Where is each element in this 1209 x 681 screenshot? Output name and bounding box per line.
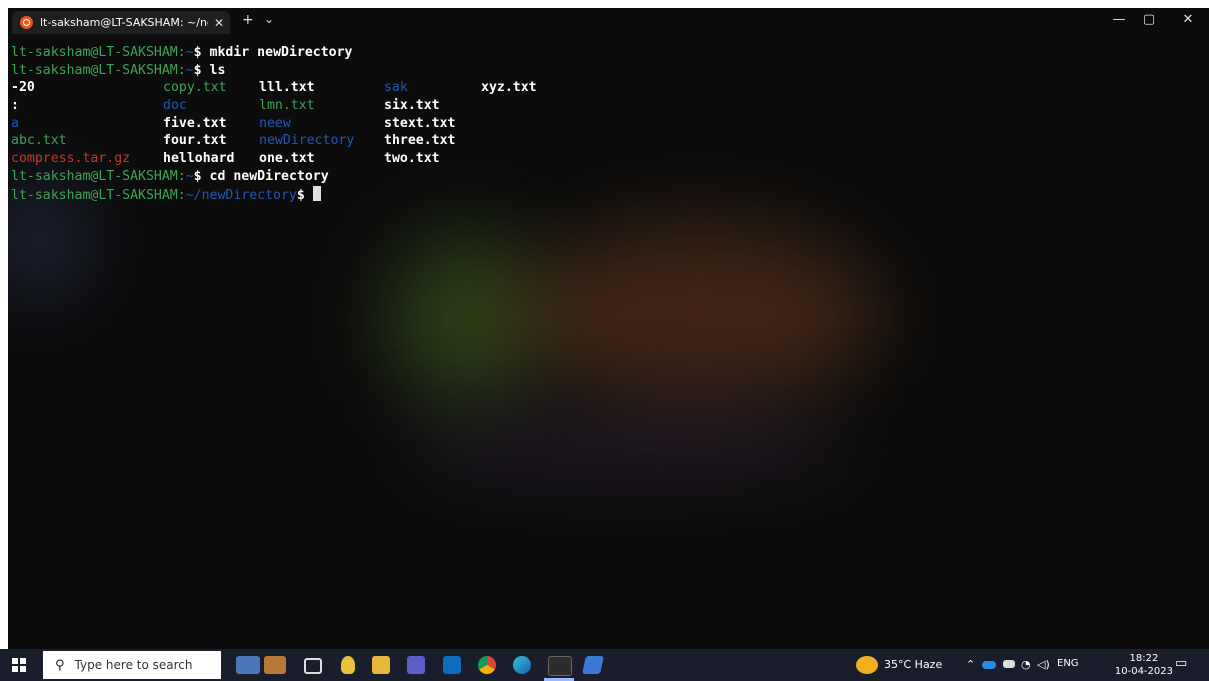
prompt-dollar: $	[193, 168, 202, 184]
prompt-user: lt-saksham@LT-SAKSHAM	[11, 62, 178, 78]
terminal-output: lt-saksham@LT-SAKSHAM:~$ mkdir newDirect…	[11, 44, 537, 204]
search-box[interactable]: ⚲ Type here to search	[43, 651, 221, 679]
file-explorer-icon[interactable]	[236, 656, 260, 674]
notification-icon[interactable]: ▭	[1175, 656, 1187, 671]
volume-icon[interactable]: ◁)	[1037, 658, 1050, 671]
prompt-colon: :	[177, 62, 186, 78]
wifi-icon[interactable]: ◔	[1021, 658, 1031, 671]
onedrive-icon[interactable]	[982, 661, 996, 669]
minimize-button[interactable]: —	[1104, 12, 1134, 27]
terminal-window: lt-saksham@LT-SAKSHAM: ~/newDirectory ✕ …	[8, 8, 1209, 649]
command-line: lt-saksham@LT-SAKSHAM:~$ cd newDirectory	[11, 168, 352, 186]
title-bar: lt-saksham@LT-SAKSHAM: ~/newDirectory ✕ …	[8, 8, 1209, 34]
weather-text[interactable]: 35°C Haze	[884, 658, 942, 671]
linux-tux-icon[interactable]	[341, 656, 355, 674]
prompt-colon: :	[177, 187, 186, 203]
clock-date: 10-04-2023	[1114, 666, 1173, 677]
ls-entry: xyz.txt	[481, 80, 537, 96]
prompt-path: ~	[185, 168, 194, 184]
ubuntu-icon	[20, 16, 33, 29]
ls-entry: neew	[259, 115, 291, 131]
task-view-icon[interactable]	[304, 658, 322, 674]
background-blur	[398, 414, 858, 474]
app-icon[interactable]	[582, 656, 604, 674]
active-prompt-line[interactable]: lt-saksham@LT-SAKSHAM:~/newDirectory$	[11, 185, 352, 204]
prompt-dollar: $	[296, 187, 305, 203]
dropdown-button[interactable]: ⌄	[264, 12, 274, 26]
prompt-path: ~	[185, 45, 194, 60]
clock[interactable]: 18:22 10-04-2023	[1115, 652, 1173, 678]
ls-entry: sak	[384, 80, 408, 96]
ls-entry: abc.txt	[11, 133, 67, 149]
ls-entry: a	[11, 115, 19, 131]
prompt-user: lt-saksham@LT-SAKSHAM	[11, 45, 178, 60]
command-text: mkdir newDirectory	[209, 45, 353, 60]
search-placeholder: Type here to search	[74, 658, 193, 672]
background-blur	[518, 224, 878, 404]
ls-entry: :	[11, 98, 19, 114]
terminal-body[interactable]: lt-saksham@LT-SAKSHAM:~$ mkdir newDirect…	[8, 34, 1209, 649]
teams-icon[interactable]	[407, 656, 425, 674]
weather-icon[interactable]	[856, 656, 878, 674]
command-line: lt-saksham@LT-SAKSHAM:~$ ls	[11, 62, 352, 80]
ls-entry: newDirectory	[259, 133, 355, 149]
chevron-up-icon[interactable]: ⌃	[966, 658, 975, 671]
ls-entry: five.txt	[163, 115, 227, 131]
battery-icon[interactable]	[1003, 660, 1015, 668]
command-line: lt-saksham@LT-SAKSHAM:~$ mkdir newDirect…	[11, 44, 352, 62]
ls-entry: lll.txt	[259, 80, 315, 96]
command-text: ls	[209, 62, 226, 78]
tab-terminal[interactable]: lt-saksham@LT-SAKSHAM: ~/newDirectory ✕	[12, 11, 230, 34]
outlook-icon[interactable]	[443, 656, 461, 674]
close-button[interactable]: ✕	[1173, 12, 1203, 27]
ls-entry: two.txt	[384, 151, 440, 167]
prompt-path: ~/newDirectory	[185, 187, 297, 203]
ls-entry: one.txt	[259, 151, 315, 167]
terminal-icon[interactable]	[548, 656, 572, 676]
search-icon: ⚲	[55, 657, 65, 673]
prompt-path: ~	[185, 62, 194, 78]
tab-close-icon[interactable]: ✕	[214, 16, 224, 30]
prompt-user: lt-saksham@LT-SAKSHAM	[11, 187, 178, 203]
ls-entry: compress.tar.gz	[11, 151, 131, 167]
ls-output: -20 copy.txt lll.txt sak xyz.txt : doc l…	[11, 79, 537, 168]
command-text: cd newDirectory	[209, 168, 329, 184]
new-tab-button[interactable]: +	[242, 12, 254, 28]
tab-title: lt-saksham@LT-SAKSHAM: ~/newDirectory	[40, 16, 208, 29]
ls-entry: doc	[163, 98, 187, 114]
edge-icon[interactable]	[513, 656, 531, 674]
ls-entry: three.txt	[384, 133, 456, 149]
taskbar: ⚲ Type here to search 35°C Haze ⌃ ◔ ◁) E…	[0, 649, 1209, 681]
ls-entry: hellohard	[163, 151, 235, 167]
ls-entry: six.txt	[384, 98, 440, 114]
maximize-button[interactable]: ▢	[1134, 12, 1164, 27]
folder-icon[interactable]	[372, 656, 390, 674]
prompt-dollar: $	[193, 62, 202, 78]
clock-time: 18:22	[1129, 653, 1159, 664]
prompt-user: lt-saksham@LT-SAKSHAM	[11, 168, 178, 184]
text-cursor	[312, 185, 321, 201]
prompt-colon: :	[177, 45, 186, 60]
language-indicator[interactable]: ENG	[1057, 658, 1079, 669]
ls-entry: lmn.txt	[259, 98, 315, 114]
briefcase-icon[interactable]	[264, 656, 286, 674]
prompt-dollar: $	[193, 45, 202, 60]
windows-start-icon[interactable]	[12, 658, 26, 672]
ls-entry: stext.txt	[384, 115, 456, 131]
ls-entry: copy.txt	[163, 80, 227, 96]
ls-entry: four.txt	[163, 133, 227, 149]
ls-entry: -20	[11, 80, 35, 96]
chrome-icon[interactable]	[478, 656, 496, 674]
prompt-colon: :	[177, 168, 186, 184]
